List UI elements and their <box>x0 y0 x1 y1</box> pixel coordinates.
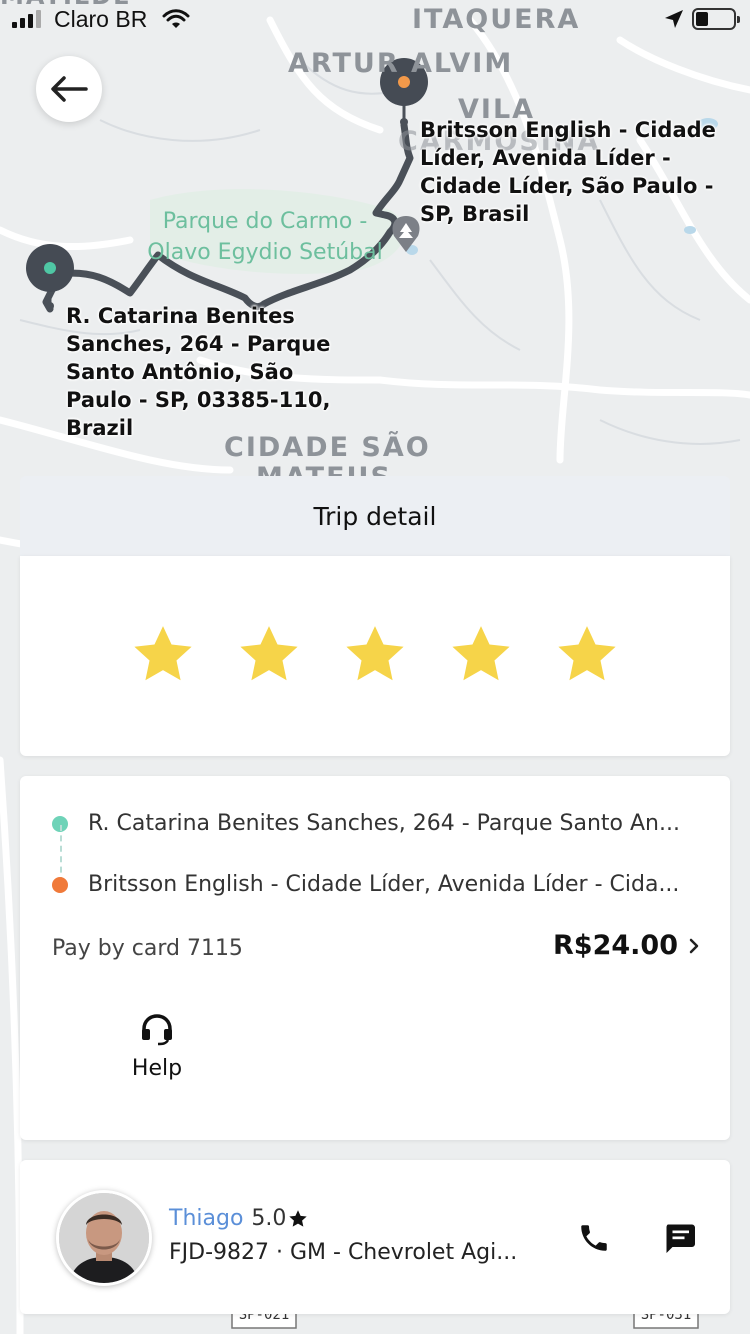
origin-map-label: R. Catarina Benites Sanches, 264 - Parqu… <box>66 304 331 440</box>
driver-avatar[interactable] <box>56 1190 152 1286</box>
star-icon[interactable] <box>236 622 302 688</box>
park-label: Parque do Carmo - Olavo Egydio Setúbal <box>140 206 390 268</box>
fare-button[interactable]: R$24.00 <box>553 930 700 961</box>
route-connector <box>60 825 62 883</box>
phone-icon <box>581 1225 607 1251</box>
destination-map-label: Britsson English - Cidade Líder, Avenida… <box>420 118 716 226</box>
driver-rating: 5.0 <box>251 1206 287 1231</box>
star-icon[interactable] <box>554 622 620 688</box>
district-label: MATEUS <box>256 462 392 476</box>
wifi-icon <box>162 9 190 28</box>
payment-method: Pay by card 7115 <box>52 936 243 961</box>
destination-address: Britsson English - Cidade Líder, Avenida… <box>88 872 680 897</box>
star-icon[interactable] <box>130 622 196 688</box>
driver-name: Thiago <box>169 1206 244 1231</box>
rating-card <box>20 556 730 756</box>
signal-icon <box>12 10 41 28</box>
trip-info-card: R. Catarina Benites Sanches, 264 - Parqu… <box>20 776 730 1140</box>
district-label: ARTUR ALVIM <box>288 48 514 79</box>
carrier-name: Claro BR <box>54 6 148 32</box>
park-label-line: Parque do Carmo - <box>162 209 368 234</box>
destination-dot-icon <box>52 877 68 893</box>
trip-detail-title: Trip detail <box>20 476 730 556</box>
headset-icon <box>142 1014 172 1046</box>
back-button[interactable] <box>36 56 102 122</box>
battery-icon <box>692 8 740 30</box>
star-icon[interactable] <box>448 622 514 688</box>
help-label: Help <box>131 1056 183 1081</box>
park-label-line: Olavo Egydio Setúbal <box>147 240 383 265</box>
star-icon[interactable] <box>342 622 408 688</box>
arrow-left-icon <box>51 76 88 102</box>
driver-photo <box>59 1193 149 1283</box>
star-icon <box>289 1209 308 1227</box>
star-rating[interactable] <box>20 622 730 688</box>
status-bar: Claro BR <box>0 0 750 40</box>
help-button[interactable]: Help <box>120 1014 194 1081</box>
call-button[interactable] <box>572 1216 616 1260</box>
driver-card: Thiago 5.0 FJD-9827 · GM - Chevrolet Agi… <box>20 1160 730 1314</box>
chevron-right-icon <box>689 938 699 953</box>
location-arrow-icon <box>665 10 683 28</box>
message-button[interactable] <box>658 1216 702 1260</box>
vehicle-info: FJD-9827 · GM - Chevrolet Agi... <box>169 1240 518 1265</box>
fare-amount: R$24.00 <box>553 930 678 961</box>
origin-address: R. Catarina Benites Sanches, 264 - Parqu… <box>88 811 680 836</box>
chat-icon <box>666 1224 695 1253</box>
driver-info: Thiago 5.0 <box>169 1206 308 1231</box>
